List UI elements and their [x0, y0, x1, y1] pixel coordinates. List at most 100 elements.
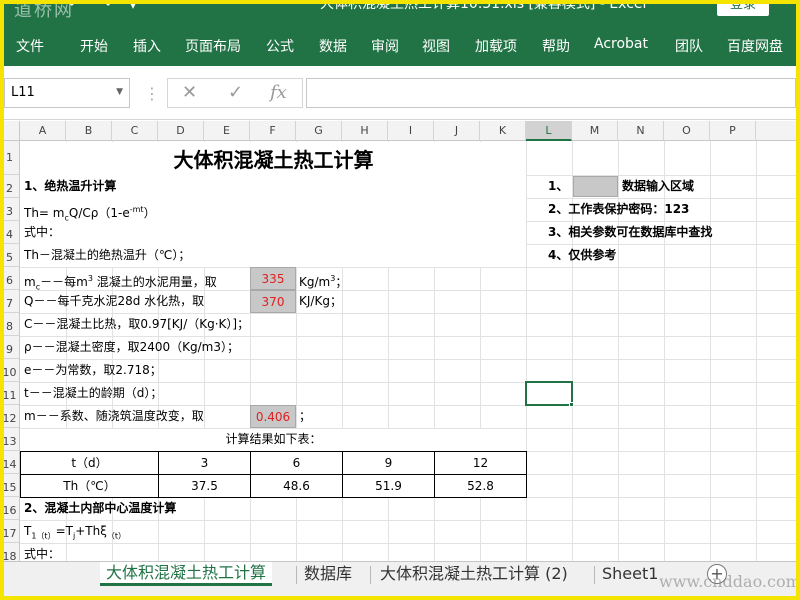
formula-bar: L11 ▼ ⋮ ✕ ✓ fx [4, 66, 796, 120]
login-button[interactable]: 登录 [717, 0, 769, 16]
quick-access-icons[interactable]: ↶ ↷ ▾ [68, 0, 143, 13]
menu-review[interactable]: 审阅 [371, 36, 399, 56]
select-all-corner[interactable] [0, 121, 20, 141]
tab-sheet1[interactable]: Sheet1 [602, 563, 658, 587]
row-header-15[interactable]: 15 [0, 474, 20, 497]
column-header-g[interactable]: G [296, 121, 342, 141]
row-header-12[interactable]: 12 [0, 405, 20, 428]
mc-text: －－每m [40, 275, 88, 289]
menu-page-layout[interactable]: 页面布局 [185, 36, 241, 56]
tab-sheet-copy[interactable]: 大体积混凝土热工计算 (2) [380, 563, 568, 587]
table-cell-th: 37.5 [191, 479, 218, 493]
column-header-h[interactable]: H [342, 121, 388, 141]
sheet-tab-bar: 大体积混凝土热工计算 数据库 大体积混凝土热工计算 (2) Sheet1 + w… [4, 561, 800, 596]
menu-addins[interactable]: 加载项 [475, 36, 517, 56]
tab-database[interactable]: 数据库 [304, 563, 352, 587]
row-header-2[interactable]: 2 [0, 175, 20, 198]
row-header-11[interactable]: 11 [0, 382, 20, 405]
gridline [526, 474, 800, 475]
column-header-b[interactable]: B [66, 121, 112, 141]
formula-part: Q/Cρ（1-e [68, 206, 130, 220]
menu-insert[interactable]: 插入 [133, 36, 161, 56]
input-q-value[interactable]: 370 [250, 290, 296, 313]
name-box[interactable]: L11 ▼ [4, 78, 130, 108]
menu-formulas[interactable]: 公式 [266, 36, 294, 56]
column-header-d[interactable]: D [158, 121, 204, 141]
formula-input[interactable] [306, 78, 796, 108]
gridline [526, 451, 800, 452]
t1-sub: 1（t） [31, 531, 56, 541]
menu-help[interactable]: 帮助 [542, 36, 570, 56]
row-header-6[interactable]: 6 [0, 267, 20, 290]
column-header-a[interactable]: A [20, 121, 66, 141]
row-header-4[interactable]: 4 [0, 221, 20, 244]
row-header-10[interactable]: 10 [0, 359, 20, 382]
table-header-th: Th（℃） [63, 479, 116, 493]
row-header-8[interactable]: 8 [0, 313, 20, 336]
fx-icon[interactable]: fx [270, 82, 287, 103]
column-header-j[interactable]: J [434, 121, 480, 141]
gridline [756, 141, 757, 561]
column-header-o[interactable]: O [664, 121, 710, 141]
enter-icon[interactable]: ✓ [228, 82, 243, 103]
column-header-n[interactable]: N [618, 121, 664, 141]
table-header-t: t（d） [71, 456, 108, 470]
column-header-c[interactable]: C [112, 121, 158, 141]
selected-cell[interactable] [525, 381, 573, 406]
input-mc-value[interactable]: 335 [250, 267, 296, 290]
table-cell-t: 9 [384, 456, 393, 470]
menu-team[interactable]: 团队 [675, 36, 703, 56]
column-header-e[interactable]: E [204, 121, 250, 141]
t1-sub: （t） [106, 531, 127, 541]
formula-tools: ✕ ✓ fx [167, 78, 303, 108]
column-header-overflow [756, 121, 800, 141]
column-header-l[interactable]: L [526, 121, 572, 141]
row-header-14[interactable]: 14 [0, 451, 20, 474]
window-title: 大体积混凝土热工计算10.31.xls [兼容模式] - Excel [320, 0, 647, 12]
note-1-number: 1、 [548, 179, 569, 193]
mc-text: 混凝土的水泥用量，取 [92, 275, 217, 289]
column-header-p[interactable]: P [710, 121, 756, 141]
row-header-1[interactable]: 1 [0, 141, 20, 175]
cancel-icon[interactable]: ✕ [182, 82, 197, 103]
table-cell-th: 48.6 [283, 479, 310, 493]
spreadsheet-grid[interactable]: A B C D E F G H I J K L M N O P 1 2 3 4 … [0, 121, 800, 561]
table-cell-t: 6 [292, 456, 301, 470]
row-header-5[interactable]: 5 [0, 244, 20, 267]
menu-baidu[interactable]: 百度网盘 [727, 36, 783, 56]
table-cell-t: 12 [472, 456, 489, 470]
menu-home[interactable]: 开始 [80, 36, 108, 56]
q-unit: KJ/Kg； [299, 294, 342, 308]
chevron-down-icon[interactable]: ▼ [116, 87, 123, 97]
column-header-i[interactable]: I [388, 121, 434, 141]
row-header-16[interactable]: 16 [0, 497, 20, 520]
menu-view[interactable]: 视图 [422, 36, 450, 56]
column-header-f[interactable]: F [250, 121, 296, 141]
input-m-value[interactable]: 0.406 [250, 405, 296, 428]
grip-icon: ⋮ [144, 84, 160, 103]
menu-file[interactable]: 文件 [16, 36, 44, 56]
menu-data[interactable]: 数据 [319, 36, 347, 56]
row-header-3[interactable]: 3 [0, 198, 20, 221]
formula-part: ） [143, 206, 156, 220]
legend-input-swatch [573, 176, 618, 197]
note-2: 2、工作表保护密码：123 [548, 202, 690, 216]
row-header-17[interactable]: 17 [0, 520, 20, 543]
where-label: 式中： [24, 225, 61, 239]
m-description: m－－系数、随浇筑温度改变，取 [24, 409, 204, 423]
tab-divider [296, 566, 297, 584]
row-header-18[interactable]: 18 [0, 543, 20, 561]
note-1-text: 数据输入区域 [622, 179, 695, 193]
c-description: C－－混凝土比热，取0.97[KJ/（Kg·K）]； [24, 317, 250, 331]
tab-sheet-main[interactable]: 大体积混凝土热工计算 [100, 562, 273, 586]
column-header-m[interactable]: M [572, 121, 618, 141]
column-header-k[interactable]: K [480, 121, 526, 141]
title-bar: 道桥网 ↶ ↷ ▾ 大体积混凝土热工计算10.31.xls [兼容模式] - E… [0, 0, 800, 22]
ribbon-menu: 文件 开始 插入 页面布局 公式 数据 审阅 视图 加载项 帮助 Acrobat… [0, 36, 800, 56]
fill-handle[interactable] [569, 402, 574, 407]
section-heading-2: 2、混凝土内部中心温度计算 [24, 501, 177, 515]
row-header-7[interactable]: 7 [0, 290, 20, 313]
row-header-9[interactable]: 9 [0, 336, 20, 359]
row-header-13[interactable]: 13 [0, 428, 20, 451]
menu-acrobat[interactable]: Acrobat [594, 36, 648, 52]
